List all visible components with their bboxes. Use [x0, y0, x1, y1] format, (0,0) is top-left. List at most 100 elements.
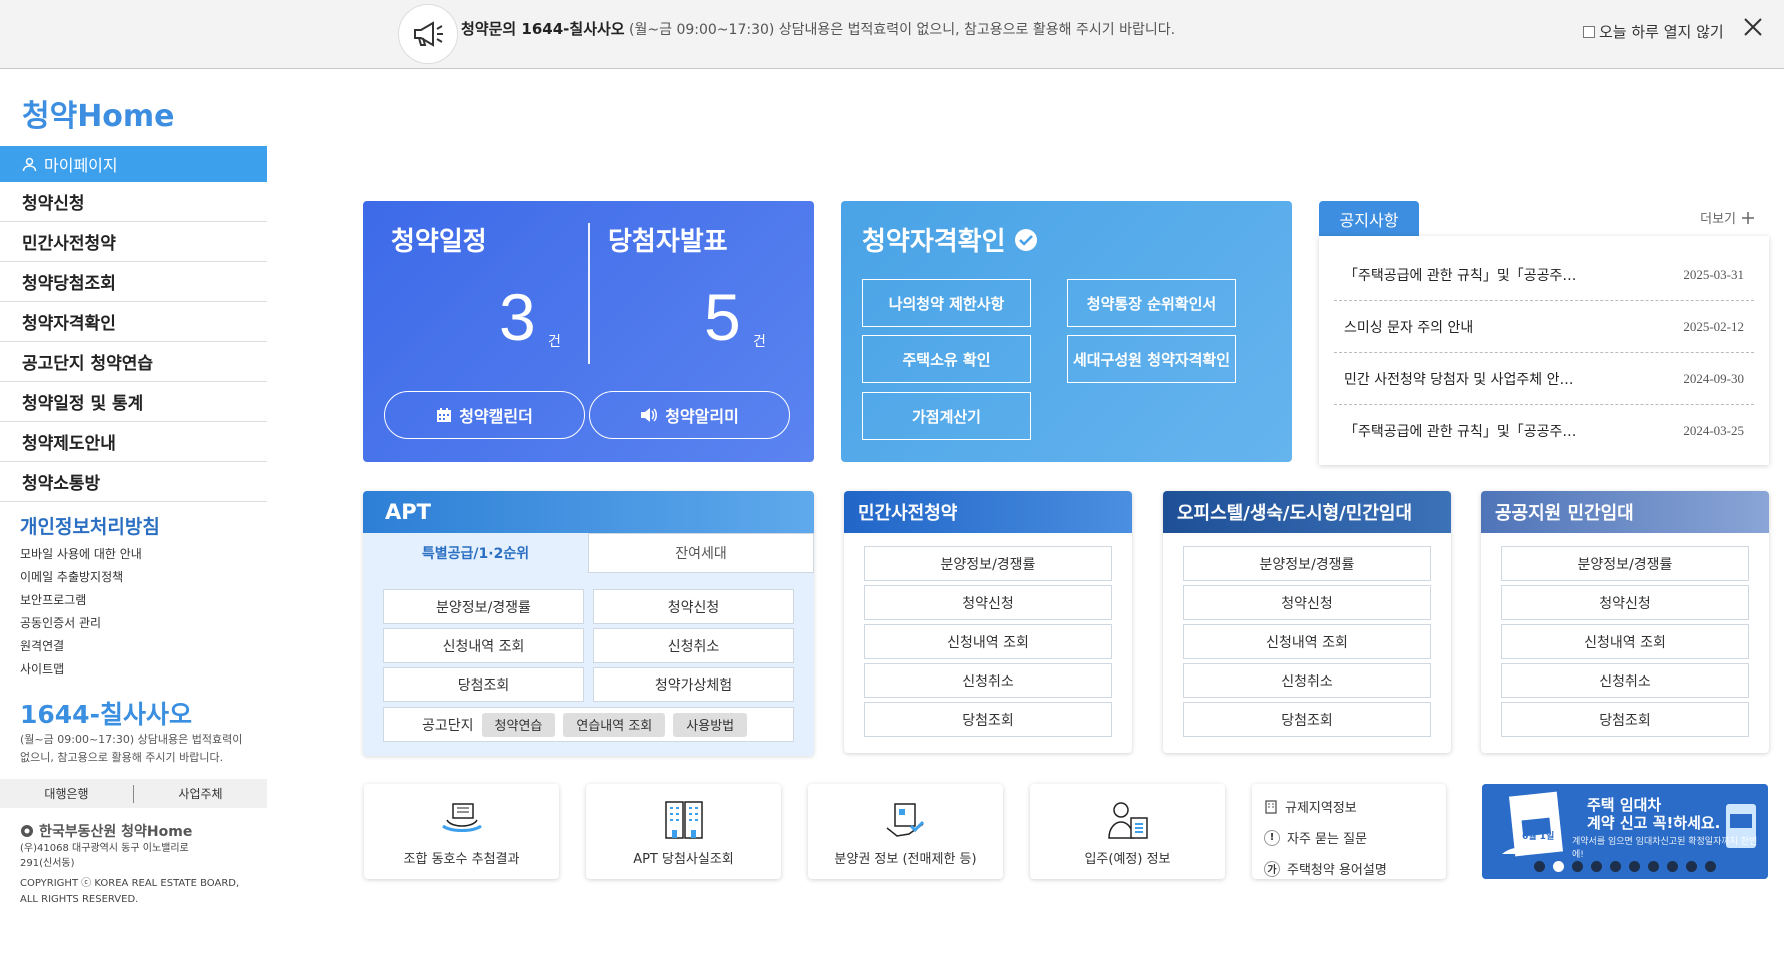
sidebar-item-system-guide[interactable]: 청약제도안내 [0, 422, 267, 462]
tab-special-supply[interactable]: 특별공급/1·2순위 [363, 533, 588, 573]
qualification-card: 청약자격확인 나의청약 제한사항 청약통장 순위확인서 주택소유 확인 세대구성… [841, 201, 1292, 462]
alert-button[interactable]: 청약알리미 [589, 391, 790, 439]
winner-button[interactable]: 당첨조회 [864, 702, 1112, 737]
practice-history-chip[interactable]: 연습내역 조회 [563, 712, 666, 737]
tab-remaining-units[interactable]: 잔여세대 [588, 533, 814, 573]
apt-cancel-button[interactable]: 신청취소 [593, 628, 794, 663]
apply-button[interactable]: 청약신청 [1183, 585, 1431, 620]
sidebar-item-community[interactable]: 청약소통방 [0, 462, 267, 502]
carousel-dot[interactable] [1572, 861, 1583, 872]
regulated-area-link[interactable]: 규제지역정보 [1264, 791, 1446, 822]
officetel-panel: 오피스텔/생숙/도시형/민간임대 분양정보/경쟁률 청약신청 신청내역 조회 신… [1163, 491, 1451, 753]
carousel-dot[interactable] [1667, 861, 1678, 872]
link-mobile-guide[interactable]: 모바일 사용에 대한 안내 [20, 543, 142, 566]
agency-bar: 대행은행 사업주체 [0, 779, 267, 808]
apt-winning-fact-button[interactable]: APT 당첨사실조회 [586, 784, 781, 879]
glossary-icon: 가 [1264, 860, 1280, 877]
link-certificate[interactable]: 공동인증서 관리 [20, 612, 142, 635]
usage-guide-chip[interactable]: 사용방법 [673, 712, 748, 737]
exclamation-icon: ! [1264, 829, 1280, 846]
faq-link[interactable]: ! 자주 묻는 질문 [1264, 822, 1446, 853]
history-button[interactable]: 신청내역 조회 [864, 624, 1112, 659]
sidebar-item-private-pre[interactable]: 민간사전청약 [0, 222, 267, 262]
my-restriction-button[interactable]: 나의청약 제한사항 [862, 279, 1031, 327]
house-ownership-button[interactable]: 주택소유 확인 [862, 335, 1031, 383]
apt-winner-button[interactable]: 당첨조회 [383, 667, 584, 702]
winner-button[interactable]: 당첨조회 [1183, 702, 1431, 737]
move-in-info-button[interactable]: 입주(예정) 정보 [1030, 784, 1225, 879]
carousel-dot[interactable] [1705, 861, 1716, 872]
apt-history-button[interactable]: 신청내역 조회 [383, 628, 584, 663]
apt-sale-info-button[interactable]: 분양정보/경쟁률 [383, 589, 584, 624]
link-sitemap[interactable]: 사이트맵 [20, 658, 142, 681]
cancel-button[interactable]: 신청취소 [1501, 663, 1749, 698]
carousel-dot[interactable] [1553, 861, 1564, 872]
public-rental-panel: 공공지원 민간임대 분양정보/경쟁률 청약신청 신청내역 조회 신청취소 당첨조… [1481, 491, 1769, 753]
mypage-button[interactable]: 마이페이지 [0, 146, 267, 182]
cancel-button[interactable]: 신청취소 [864, 663, 1112, 698]
sidebar-item-apply[interactable]: 청약신청 [0, 182, 267, 222]
megaphone-icon [398, 4, 458, 64]
carousel-dot[interactable] [1591, 861, 1602, 872]
carousel-dot[interactable] [1648, 861, 1659, 872]
reb-logo: 한국부동산원 청약Home [20, 821, 192, 841]
schedule-count: 3 [499, 280, 536, 354]
dont-open-today-checkbox[interactable]: 오늘 하루 열지 않기 [1583, 21, 1724, 42]
sidebar: 청약Home 마이페이지 청약신청 민간사전청약 청약당첨조회 청약자격확인 공… [0, 70, 267, 970]
schedule-title[interactable]: 청약일정 [391, 221, 487, 258]
link-email-policy[interactable]: 이메일 추출방지정책 [20, 566, 142, 589]
more-link[interactable]: 더보기 [1700, 208, 1755, 227]
sale-info-button[interactable]: 분양정보/경쟁률 [864, 546, 1112, 581]
apt-apply-button[interactable]: 청약신청 [593, 589, 794, 624]
notice-item[interactable]: 「주택공급에 관한 규칙」및「공공주… 2025-03-31 [1334, 249, 1754, 301]
schedule-unit: 건 [548, 334, 561, 350]
sidebar-item-qualification[interactable]: 청약자격확인 [0, 302, 267, 342]
agency-bank-link[interactable]: 대행은행 [0, 785, 133, 802]
panel-title: 민간사전청약 [844, 491, 1132, 533]
practice-chip[interactable]: 청약연습 [481, 712, 556, 737]
link-remote[interactable]: 원격연결 [20, 635, 142, 658]
logo[interactable]: 청약Home [22, 94, 192, 138]
winner-count: 5 [704, 280, 741, 354]
lease-report-banner[interactable]: 주택 임대차 계약 신고 꼭!하세요. 계약서를 임으면 임대차신고된 확정일자까… [1482, 784, 1768, 879]
apt-practice-label: 공고단지 [422, 717, 474, 734]
carousel-dot[interactable] [1534, 861, 1545, 872]
glossary-link[interactable]: 가 주택청약 용어설명 [1264, 853, 1446, 884]
history-button[interactable]: 신청내역 조회 [1501, 624, 1749, 659]
household-qualification-button[interactable]: 세대구성원 청약자격확인 [1067, 335, 1236, 383]
notice-item[interactable]: 민간 사전청약 당첨자 및 사업주체 안… 2024-09-30 [1334, 353, 1754, 405]
apply-button[interactable]: 청약신청 [864, 585, 1112, 620]
banner-note: 계약서를 임으면 임대차신고된 확정일자까지 한번에! [1572, 837, 1758, 860]
sidebar-item-schedule-stats[interactable]: 청약일정 및 통계 [0, 382, 267, 422]
info-links: 규제지역정보 ! 자주 묻는 질문 가 주택청약 용어설명 [1252, 784, 1446, 879]
privacy-policy-link[interactable]: 개인정보처리방침 [20, 512, 160, 539]
footer-links: 모바일 사용에 대한 안내 이메일 추출방지정책 보안프로그램 공동인증서 관리… [20, 543, 142, 681]
apt-simulation-button[interactable]: 청약가상체험 [593, 667, 794, 702]
history-button[interactable]: 신청내역 조회 [1183, 624, 1431, 659]
carousel-dot[interactable] [1629, 861, 1640, 872]
close-icon[interactable] [1740, 14, 1766, 40]
top-notice-text: 청약문의 1644-칠사사오 (월~금 09:00~17:30) 상담내용은 법… [461, 20, 1176, 38]
cancel-button[interactable]: 신청취소 [1183, 663, 1431, 698]
business-entity-link[interactable]: 사업주체 [134, 785, 267, 802]
score-calculator-button[interactable]: 가점계산기 [862, 392, 1031, 440]
notice-tab[interactable]: 공지사항 [1319, 201, 1419, 236]
sidebar-item-practice[interactable]: 공고단지 청약연습 [0, 342, 267, 382]
sale-info-button[interactable]: 분양정보/경쟁률 [1183, 546, 1431, 581]
carousel-dot[interactable] [1610, 861, 1621, 872]
sale-info-button[interactable]: 분양정보/경쟁률 [1501, 546, 1749, 581]
link-security-program[interactable]: 보안프로그램 [20, 589, 142, 612]
person-doc-icon [1107, 802, 1148, 839]
winner-button[interactable]: 당첨조회 [1501, 702, 1749, 737]
bankbook-rank-button[interactable]: 청약통장 순위확인서 [1067, 279, 1236, 327]
user-icon [22, 157, 37, 171]
union-lottery-button[interactable]: 조합 동호수 추첨결과 [364, 784, 559, 879]
sidebar-item-winner-check[interactable]: 청약당첨조회 [0, 262, 267, 302]
notice-item[interactable]: 「주택공급에 관한 규칙」및「공공주… 2024-03-25 [1334, 405, 1754, 457]
calendar-button[interactable]: 청약캘린더 [384, 391, 585, 439]
notice-item[interactable]: 스미싱 문자 주의 안내 2025-02-12 [1334, 301, 1754, 353]
winner-announce-title[interactable]: 당첨자발표 [608, 221, 728, 258]
presale-right-info-button[interactable]: 분양권 정보 (전매제한 등) [808, 784, 1003, 879]
carousel-dot[interactable] [1686, 861, 1697, 872]
apply-button[interactable]: 청약신청 [1501, 585, 1749, 620]
